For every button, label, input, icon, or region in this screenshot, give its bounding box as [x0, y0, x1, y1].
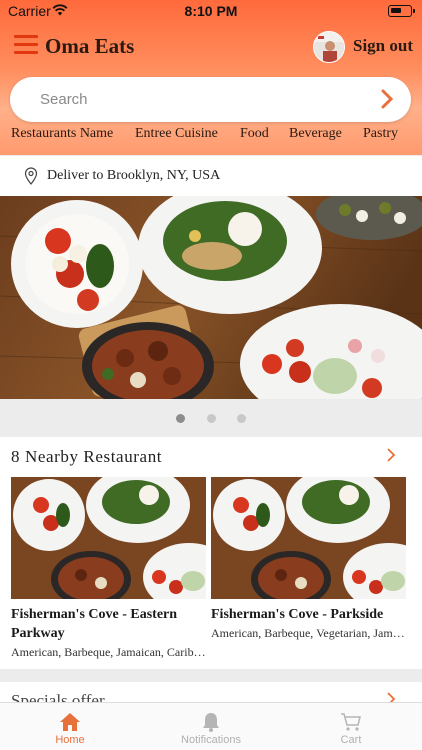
app-screen: Carrier 8:10 PM Oma Eats Sign out Search…: [0, 0, 422, 750]
carousel-dot-2[interactable]: [207, 414, 216, 423]
restaurant-name: Fisherman's Cove - Parkside: [211, 607, 384, 622]
food-banner-image: [0, 196, 422, 399]
category-beverage[interactable]: Beverage: [289, 126, 342, 142]
clock: 8:10 PM: [184, 3, 238, 19]
tab-label: Notifications: [181, 734, 241, 746]
nearby-restaurants-section: 8 Nearby Restaurant Fisherman's Cove - E…: [0, 437, 422, 669]
carousel-dot-1[interactable]: [176, 414, 185, 423]
delivery-location[interactable]: Deliver to Brooklyn, NY, USA: [0, 156, 422, 196]
carousel-dot-3[interactable]: [237, 414, 246, 423]
next-section-peek: Specials offer: [0, 682, 422, 702]
section-title: Specials offer: [11, 691, 105, 702]
menu-icon[interactable]: [14, 35, 38, 55]
avatar[interactable]: [313, 31, 345, 63]
restaurant-card[interactable]: Fisherman's Cove - Parkside American, Ba…: [211, 477, 406, 641]
tab-notifications[interactable]: Notifications: [141, 703, 281, 750]
restaurant-cuisines: American, Barbeque, Vegetarian, Jamaican: [211, 626, 406, 640]
battery-icon: [388, 5, 415, 17]
nearby-title: 8 Nearby Restaurant: [11, 447, 163, 466]
carousel-indicator: [0, 399, 422, 436]
delivery-address: Deliver to Brooklyn, NY, USA: [47, 168, 221, 183]
sign-out-button[interactable]: Sign out: [353, 36, 413, 56]
home-icon: [60, 713, 80, 731]
cart-icon: [341, 713, 361, 731]
header: Carrier 8:10 PM Oma Eats Sign out Search…: [0, 0, 422, 155]
category-restaurants-name[interactable]: Restaurants Name: [11, 126, 113, 142]
banner-carousel[interactable]: [0, 196, 422, 399]
category-food[interactable]: Food: [240, 126, 269, 142]
status-bar: Carrier 8:10 PM: [0, 0, 422, 22]
tab-label: Cart: [340, 734, 362, 746]
search-bar: [10, 77, 411, 122]
restaurant-card[interactable]: Fisherman's Cove - Eastern Parkway Ameri…: [11, 477, 206, 660]
category-entree-cuisine[interactable]: Entree Cuisine: [135, 126, 218, 142]
app-title: Oma Eats: [45, 34, 135, 58]
location-pin-icon: [24, 167, 38, 185]
restaurant-image: [211, 477, 406, 599]
chevron-right-icon[interactable]: [386, 692, 396, 702]
tab-bar: Home Notifications Cart: [0, 702, 422, 750]
tab-home[interactable]: Home: [0, 703, 140, 750]
tab-cart[interactable]: Cart: [281, 703, 421, 750]
chevron-right-icon[interactable]: [377, 89, 397, 109]
category-tabs: Restaurants Name Entree Cuisine Food Bev…: [0, 124, 422, 146]
category-pastry[interactable]: Pastry: [363, 126, 398, 142]
restaurant-name: Fisherman's Cove - Eastern Parkway: [11, 607, 178, 641]
restaurant-image: [11, 477, 206, 599]
tab-label: Home: [55, 734, 85, 746]
chevron-right-icon[interactable]: [386, 448, 396, 462]
bell-icon: [203, 713, 219, 732]
restaurant-cuisines: American, Barbeque, Jamaican, Caribbean: [11, 645, 206, 659]
search-input[interactable]: [40, 88, 360, 110]
